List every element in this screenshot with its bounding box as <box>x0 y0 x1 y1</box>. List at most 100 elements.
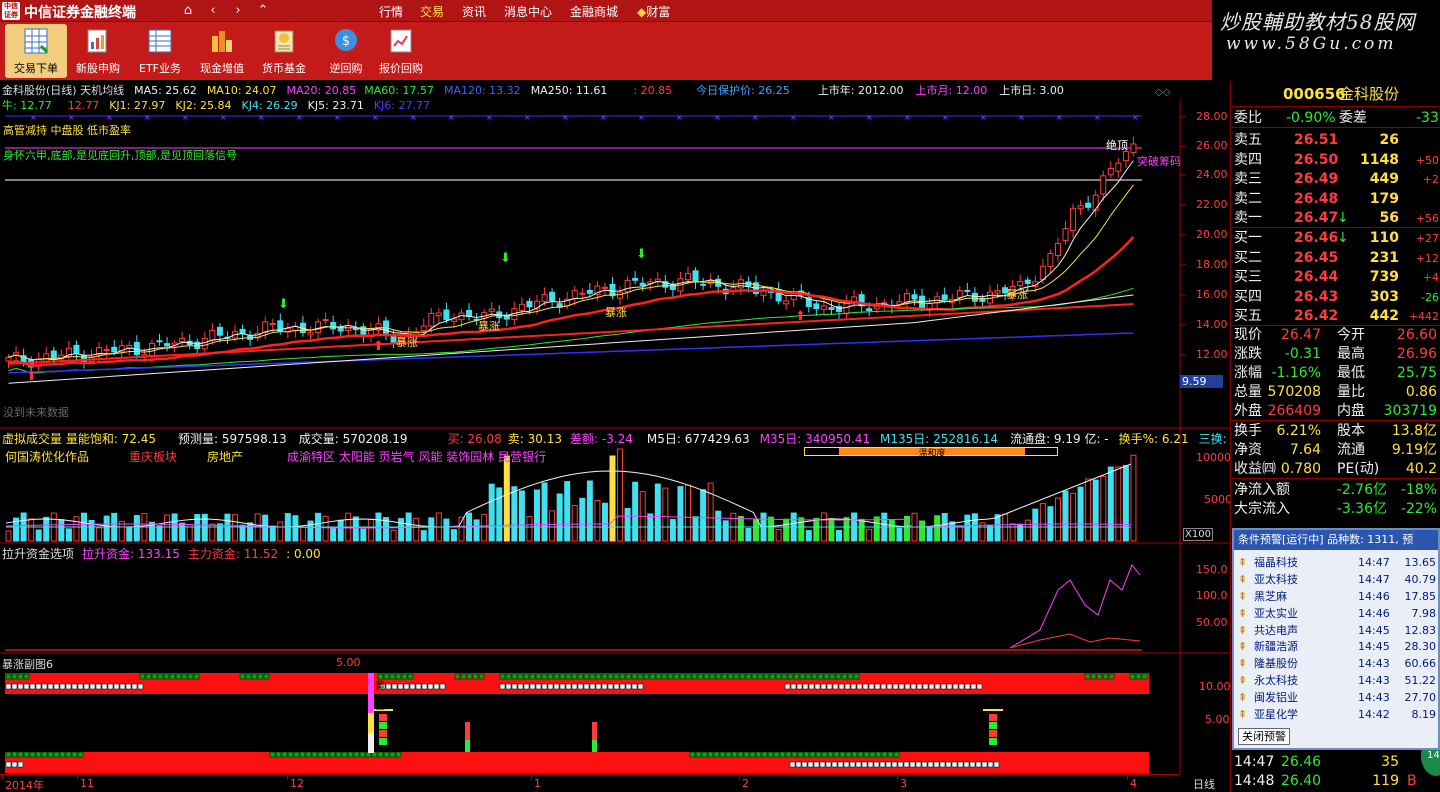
ma120-line <box>8 332 1134 374</box>
ma20-line <box>8 236 1135 367</box>
price-tick-label: 26.00 <box>1196 139 1228 152</box>
burst-cell <box>523 673 530 680</box>
burst-cell <box>739 673 746 680</box>
candle-body <box>209 329 216 341</box>
mildness-bar: 温和度 <box>804 447 1058 459</box>
burst-cell <box>952 683 959 690</box>
price-tick-label: 16.00 <box>1196 288 1228 301</box>
burst-cell <box>439 683 446 690</box>
menu-zixun[interactable]: 资讯 <box>462 3 486 20</box>
burst-cell <box>529 673 536 680</box>
close-alert-button[interactable]: 关闭预警 <box>1238 728 1290 745</box>
candle-body <box>549 291 556 302</box>
back-icon[interactable]: ‹ <box>203 3 223 19</box>
burst-cell <box>838 683 845 690</box>
alert-item[interactable]: ⇞ 亚太科技 14:47 40.79 <box>1234 571 1438 588</box>
burst-cell <box>863 751 870 758</box>
volume-bar <box>1054 497 1061 542</box>
alert-item[interactable]: ⇞ 亚太实业 14:46 7.98 <box>1234 605 1438 622</box>
burst-cell <box>832 683 839 690</box>
panel-toggle-icon[interactable]: ◇◇ <box>1155 85 1170 100</box>
burst-cell <box>263 673 270 680</box>
burst-cell <box>523 683 530 690</box>
marker-star: × <box>714 113 721 122</box>
menu-message-center[interactable]: 消息中心 <box>504 3 552 20</box>
burst-cell <box>5 673 12 680</box>
marker-star: × <box>486 113 493 122</box>
burst-cell <box>323 751 330 758</box>
home-icon[interactable]: ⌂ <box>178 3 198 19</box>
burst-cell <box>5 683 12 690</box>
volume-bar <box>194 514 201 542</box>
toolbar-quote-repo-button[interactable]: 报价回购 <box>370 24 432 78</box>
toolbar-cash-button[interactable]: 现金增值 <box>191 24 253 78</box>
up-icon[interactable]: ⌃ <box>253 3 273 19</box>
burst-cell <box>11 751 18 758</box>
alert-title[interactable]: 条件预警[运行中] 品种数: 1311, 预 <box>1234 530 1438 550</box>
volume-bar <box>526 515 533 542</box>
menu-wealth[interactable]: ◆财富 <box>637 3 670 20</box>
alert-item[interactable]: ⇞ 永太科技 14:43 51.22 <box>1234 672 1438 689</box>
toolbar-fund-button[interactable]: 货币基金 <box>253 24 315 78</box>
alert-item[interactable]: ⇞ 闽发铝业 14:43 27.70 <box>1234 689 1438 706</box>
toolbar-etf-button[interactable]: ETF业务 <box>129 24 191 78</box>
quote-header: 000656 金科股份 <box>1231 85 1440 107</box>
period-label[interactable]: 日线 <box>1193 776 1215 792</box>
toolbar-order-button[interactable]: 交易下单 <box>5 24 67 78</box>
candle-body <box>601 286 608 289</box>
burst-cell <box>707 751 714 758</box>
burst-cell <box>879 761 886 768</box>
toolbar-repo-button[interactable]: $ 逆回购 <box>315 24 377 78</box>
toolbar-ipo-button[interactable]: 新股申购 <box>67 24 129 78</box>
alert-item[interactable]: ⇞ 亚星化学 14:42 8.19 <box>1234 706 1438 723</box>
burst-cell <box>767 751 774 758</box>
menu-jiaoyi[interactable]: 交易 <box>420 3 444 20</box>
burst-cell <box>969 761 976 768</box>
burst-cell <box>916 683 923 690</box>
burst-cell <box>751 673 758 680</box>
volume-bar <box>896 527 903 542</box>
volume-bar <box>179 522 186 542</box>
burst-cell <box>23 673 30 680</box>
volume-bar <box>564 481 571 542</box>
alert-item[interactable]: ⇞ 福晶科技 14:47 13.65 <box>1234 554 1438 571</box>
candle-body <box>956 290 963 298</box>
forward-icon[interactable]: › <box>228 3 248 19</box>
alert-item[interactable]: ⇞ 黑芝麻 14:46 17.85 <box>1234 588 1438 605</box>
menu-hangqing[interactable]: 行情 <box>379 3 403 20</box>
burst-cell <box>5 761 12 768</box>
burst-cell <box>825 761 832 768</box>
burst-cell <box>239 673 246 680</box>
burst-cell <box>856 683 863 690</box>
menu-mall[interactable]: 金融商城 <box>570 3 618 20</box>
alert-item[interactable]: ⇞ 共达电声 14:45 12.83 <box>1234 622 1438 639</box>
marker-star: × <box>296 113 303 122</box>
ma-value-10: 上市月: 12.00 <box>915 84 988 97</box>
weibi-row: 委比 -0.90% 委差 -33 <box>1231 109 1440 128</box>
burst-stack <box>379 730 387 737</box>
burst-cell <box>803 751 810 758</box>
volume-bar <box>390 529 397 542</box>
kline-chart: ⬇ ⬇ ⬇ ⬆ ⬆ ⬆ <box>5 136 1137 384</box>
burst-cell <box>101 683 108 690</box>
burst-cell <box>541 683 548 690</box>
candle-body <box>383 320 389 334</box>
burst-cell <box>499 673 506 680</box>
burst-cell <box>29 683 36 690</box>
volume-bar <box>745 527 752 542</box>
volume-bar <box>858 518 865 542</box>
vol-tag-0: 何国涛优化作品 <box>5 450 90 464</box>
burst-cell <box>17 761 24 768</box>
alert-item[interactable]: ⇞ 新疆浩源 14:45 28.30 <box>1234 638 1438 655</box>
burst-cell <box>595 673 602 680</box>
burst-cell <box>893 751 900 758</box>
volume-bar <box>1107 466 1114 542</box>
alert-item[interactable]: ⇞ 隆基股份 14:43 60.66 <box>1234 655 1438 672</box>
burst-cell <box>939 761 946 768</box>
watermark-title: 炒股輔助教材58股网 <box>1220 10 1416 34</box>
burst-cell <box>909 761 916 768</box>
burst-cell <box>637 683 644 690</box>
burst-cell <box>607 683 614 690</box>
volume-bar <box>556 493 563 542</box>
burst-cell <box>454 673 461 680</box>
